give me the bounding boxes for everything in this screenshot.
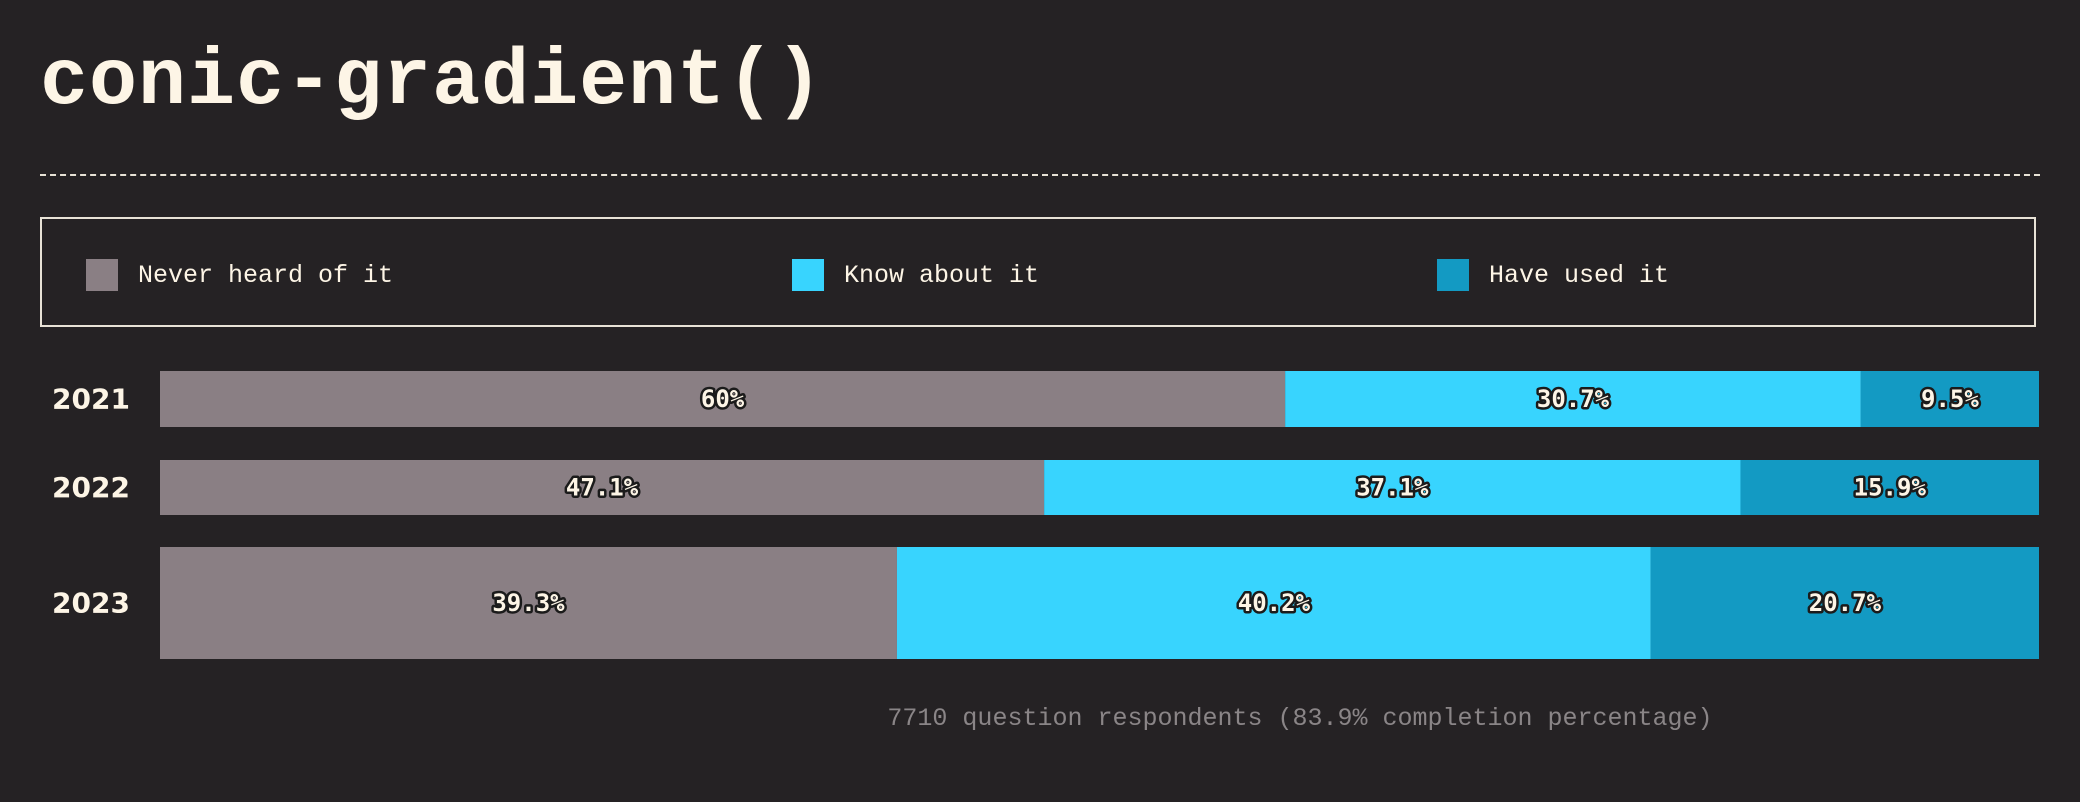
year-label-2022: 2022 (52, 471, 130, 504)
year-label-2021: 2021 (52, 383, 130, 416)
bar-value-label-2022-know-about-it: 37.1% (1356, 474, 1429, 502)
bar-value-label-2021-never-heard-of-it: 60% (701, 385, 745, 413)
bar-value-label-2023-have-used-it: 20.7% (1809, 589, 1882, 617)
bar-value-label-2021-know-about-it: 30.7% (1537, 385, 1610, 413)
year-label-2023: 2023 (52, 587, 130, 620)
bar-value-label-2022-never-heard-of-it: 47.1% (566, 474, 639, 502)
stacked-bar-chart: 2021 60% 30.7% 9.5% 2022 47.1% 37.1% 15.9% 2023 3… (52, 371, 2039, 659)
respondents-footnote: 7710 question respondents (83.9% complet… (887, 704, 1713, 733)
bar-value-label-2022-have-used-it: 15.9% (1854, 474, 1927, 502)
bar-value-label-2023-never-heard-of-it: 39.3% (492, 589, 565, 617)
bar-value-label-2021-have-used-it: 9.5% (1921, 385, 1979, 413)
bar-value-label-2023-know-about-it: 40.2% (1238, 589, 1311, 617)
